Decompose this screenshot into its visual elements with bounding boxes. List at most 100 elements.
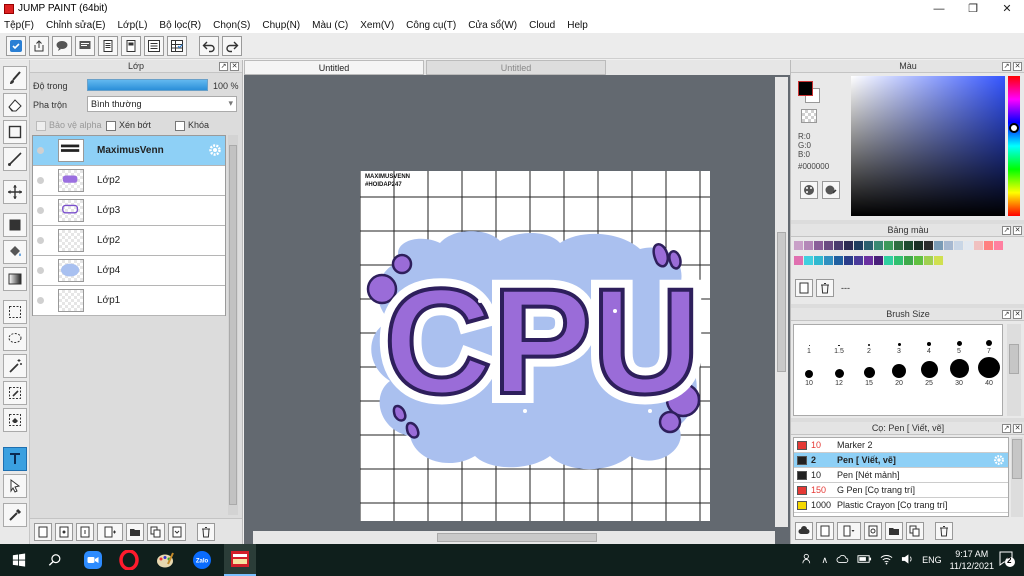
- gear-icon[interactable]: [993, 454, 1005, 466]
- pen-item[interactable]: 10 Marker 2: [794, 438, 1008, 453]
- magic-wand-tool[interactable]: [3, 354, 27, 378]
- panel-close-button[interactable]: ✕: [1013, 424, 1022, 433]
- clip-checkbox[interactable]: Xén bớt: [106, 120, 151, 131]
- color-swatch[interactable]: [794, 241, 803, 250]
- brush-tool[interactable]: [3, 66, 27, 90]
- brush-size-option[interactable]: 12: [824, 357, 854, 387]
- pen-scroll-thumb[interactable]: [1012, 439, 1022, 479]
- color-swatch[interactable]: [944, 241, 953, 250]
- color-swatch[interactable]: [894, 256, 903, 265]
- visibility-toggle[interactable]: [37, 267, 44, 274]
- foreground-color[interactable]: [798, 81, 813, 96]
- delete-brush-button[interactable]: [935, 522, 953, 540]
- cloud-brush-button[interactable]: [795, 522, 813, 540]
- notification-center-button[interactable]: 2: [998, 550, 1016, 568]
- move-tool[interactable]: [3, 180, 27, 204]
- canvas-horizontal-scrollbar[interactable]: [253, 531, 775, 544]
- delete-swatch-button[interactable]: [816, 279, 834, 297]
- brush-size-option[interactable]: 40: [974, 357, 1004, 387]
- color-swatch[interactable]: [864, 256, 873, 265]
- protect-alpha-checkbox[interactable]: Bảo vệ alpha: [36, 120, 102, 131]
- color-swatch[interactable]: [834, 241, 843, 250]
- color-swatch[interactable]: [814, 256, 823, 265]
- tab-untitled-1[interactable]: Untitled: [244, 60, 424, 75]
- redo-button[interactable]: [222, 35, 242, 56]
- layer-row-lop1[interactable]: Lớp1: [33, 286, 225, 316]
- color-swatch[interactable]: [964, 241, 973, 250]
- close-button[interactable]: ✕: [990, 0, 1024, 17]
- taskbar-opera[interactable]: [118, 549, 140, 571]
- text-tool[interactable]: [3, 447, 27, 471]
- bucket-tool[interactable]: [3, 240, 27, 264]
- hue-slider[interactable]: [1008, 76, 1020, 216]
- menu-capture[interactable]: Chụp(N): [262, 20, 300, 31]
- merge-layer-button[interactable]: [168, 522, 186, 541]
- color-swatch[interactable]: [854, 241, 863, 250]
- copy-brush-button[interactable]: [906, 522, 924, 540]
- select-pen-tool[interactable]: [3, 381, 27, 405]
- brush-size-option[interactable]: 3: [884, 325, 914, 355]
- pen-scrollbar[interactable]: [1011, 437, 1023, 517]
- add-swatch-button[interactable]: [795, 279, 813, 297]
- layer-row-lop3[interactable]: Lớp3: [33, 196, 225, 226]
- menu-color[interactable]: Màu (C): [312, 20, 348, 31]
- hue-handle[interactable]: [1009, 123, 1019, 133]
- layer-row-lop2[interactable]: Lớp2: [33, 166, 225, 196]
- menu-help[interactable]: Help: [567, 20, 588, 31]
- visibility-toggle[interactable]: [37, 147, 44, 154]
- lock-checkbox[interactable]: Khóa: [175, 120, 209, 131]
- color-swatch[interactable]: [904, 256, 913, 265]
- chevron-up-icon[interactable]: ∧: [822, 555, 829, 566]
- people-icon[interactable]: [801, 553, 814, 567]
- pen-item[interactable]: 10 Pen [Nét mảnh]: [794, 468, 1008, 483]
- lasso-tool[interactable]: [3, 327, 27, 351]
- brush-settings-button[interactable]: [864, 522, 882, 540]
- operation-tool[interactable]: [3, 474, 27, 498]
- layer-row-lop2b[interactable]: Lớp2: [33, 226, 225, 256]
- volume-icon[interactable]: [901, 553, 914, 567]
- select-eraser-tool[interactable]: [3, 408, 27, 432]
- minimize-button[interactable]: —: [922, 0, 956, 17]
- new-layer-1bit-button[interactable]: [76, 522, 94, 541]
- color-swatch[interactable]: [884, 256, 893, 265]
- pen-item[interactable]: 150 G Pen [Cọ trang trí]: [794, 483, 1008, 498]
- saturation-value-picker[interactable]: [851, 76, 1005, 216]
- menu-select[interactable]: Chọn(S): [213, 20, 250, 31]
- brush-size-option[interactable]: 7: [974, 325, 1004, 355]
- fill-rect-tool[interactable]: [3, 213, 27, 237]
- gear-icon[interactable]: [208, 143, 222, 157]
- new-brush-button[interactable]: [816, 522, 834, 540]
- brush-scrollbar[interactable]: [1007, 324, 1021, 416]
- brush-menu-button[interactable]: [837, 522, 861, 540]
- color-swatch[interactable]: [884, 241, 893, 250]
- layer-scrollbar[interactable]: [228, 135, 238, 515]
- battery-icon[interactable]: [857, 554, 872, 566]
- brush-size-option[interactable]: 20: [884, 357, 914, 387]
- dropper-tool[interactable]: [3, 503, 27, 527]
- undo-button[interactable]: [199, 35, 219, 56]
- maximize-button[interactable]: ❐: [956, 0, 990, 17]
- color-swatch[interactable]: [804, 256, 813, 265]
- new-layer-button[interactable]: [34, 522, 52, 541]
- color-swatch[interactable]: [814, 241, 823, 250]
- language-indicator[interactable]: ENG: [922, 555, 942, 565]
- menu-view[interactable]: Xem(V): [360, 20, 394, 31]
- artboard[interactable]: CPU CPU MAXIMUSVENN #HOIDAP247: [360, 171, 710, 521]
- line-tool[interactable]: [3, 147, 27, 171]
- toolbar-document-button[interactable]: [98, 35, 118, 56]
- brush-scroll-thumb[interactable]: [1009, 344, 1019, 374]
- toolbar-check-button[interactable]: [6, 35, 26, 56]
- tab-untitled-2[interactable]: Untitled: [426, 60, 606, 75]
- visibility-toggle[interactable]: [37, 177, 44, 184]
- color-swatch[interactable]: [804, 241, 813, 250]
- color-swatch[interactable]: [974, 241, 983, 250]
- menu-window[interactable]: Cửa sổ(W): [468, 20, 517, 31]
- new-layer-8bit-button[interactable]: [55, 522, 73, 541]
- color-picker-button[interactable]: [822, 181, 840, 199]
- menu-tools[interactable]: Công cụ(T): [406, 20, 456, 31]
- color-swatch[interactable]: [874, 256, 883, 265]
- brush-size-option[interactable]: 15: [854, 357, 884, 387]
- toolbar-message-button[interactable]: [75, 35, 95, 56]
- brush-size-option[interactable]: 1.5: [824, 325, 854, 355]
- taskbar-paint[interactable]: [154, 549, 176, 571]
